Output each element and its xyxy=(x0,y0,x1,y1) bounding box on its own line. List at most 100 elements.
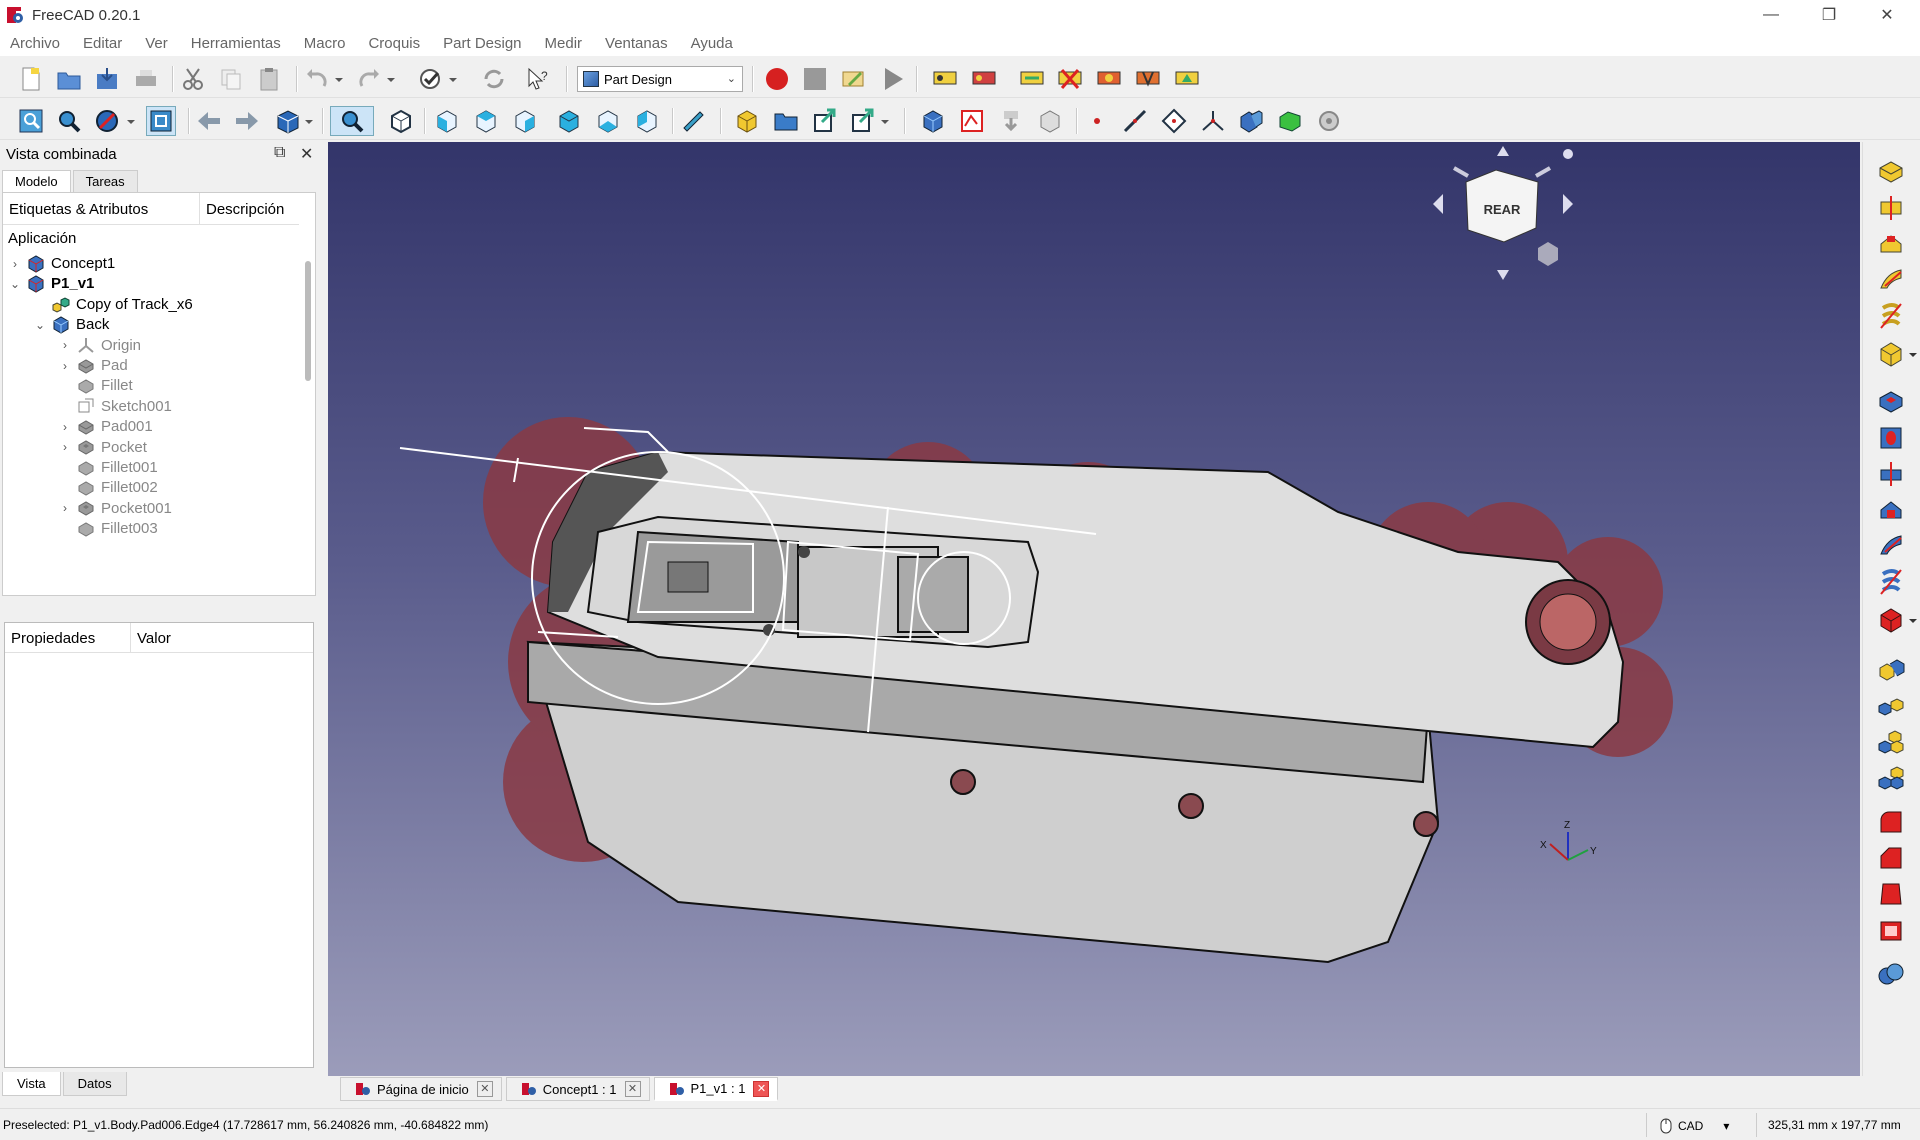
restore-button[interactable]: ❐ xyxy=(1800,0,1858,30)
clone-button[interactable] xyxy=(1236,106,1266,136)
datum-plane-button[interactable] xyxy=(1159,106,1189,136)
view-right-button[interactable] xyxy=(510,106,540,136)
doc-tab-p1-v1[interactable]: P1_v1 : 1 ✕ xyxy=(653,1077,779,1101)
menu-medir[interactable]: Medir xyxy=(545,35,583,52)
menu-ayuda[interactable]: Ayuda xyxy=(691,35,733,52)
draft-button[interactable] xyxy=(1875,878,1907,910)
close-icon[interactable]: ✕ xyxy=(753,1080,770,1097)
fit-selection-button[interactable] xyxy=(54,106,84,136)
new-file-button[interactable] xyxy=(16,64,46,94)
copy-button[interactable] xyxy=(216,64,246,94)
property-header-name[interactable]: Propiedades xyxy=(5,623,131,652)
redo-button[interactable] xyxy=(354,64,384,94)
tree-expander-icon[interactable]: › xyxy=(58,501,72,515)
revolution-tool-button[interactable] xyxy=(1875,192,1907,224)
navigation-style-selector[interactable]: CAD ▾ xyxy=(1660,1118,1729,1134)
create-part-button[interactable] xyxy=(732,106,762,136)
macro-record-button[interactable] xyxy=(762,64,792,94)
tree-expander-icon[interactable]: › xyxy=(58,420,72,434)
menu-archivo[interactable]: Archivo xyxy=(10,35,60,52)
measure-refresh-button[interactable] xyxy=(1017,64,1047,94)
view-front-button[interactable] xyxy=(432,106,462,136)
linear-pattern-button[interactable] xyxy=(1875,690,1907,722)
pad-tool-button[interactable] xyxy=(1875,156,1907,188)
bounding-box-button[interactable] xyxy=(146,106,176,136)
minimize-button[interactable]: — xyxy=(1742,0,1800,30)
tree-header-description[interactable]: Descripción xyxy=(200,193,290,224)
sub-shape-binder-button[interactable] xyxy=(1275,106,1305,136)
additive-primitive-dropdown[interactable] xyxy=(1907,338,1919,370)
measure-distance-button[interactable] xyxy=(678,106,708,136)
workbench-selector[interactable]: Part Design ⌄ xyxy=(577,66,743,92)
view-bottom-button[interactable] xyxy=(593,106,623,136)
undo-button[interactable] xyxy=(302,64,332,94)
create-sketch-button[interactable] xyxy=(957,106,987,136)
thickness-button[interactable] xyxy=(1875,914,1907,946)
hole-tool-button[interactable] xyxy=(1875,422,1907,454)
whats-this-button[interactable]: ? xyxy=(523,64,553,94)
menu-editar[interactable]: Editar xyxy=(83,35,122,52)
refresh-check-button[interactable] xyxy=(416,64,446,94)
make-link-button[interactable] xyxy=(810,106,840,136)
draw-style-button[interactable] xyxy=(92,106,122,136)
boolean-button[interactable] xyxy=(1875,958,1907,990)
menu-herramientas[interactable]: Herramientas xyxy=(191,35,281,52)
polar-pattern-button[interactable] xyxy=(1875,726,1907,758)
macro-stop-button[interactable] xyxy=(800,64,830,94)
undo-dropdown[interactable] xyxy=(332,64,346,94)
check-dropdown[interactable] xyxy=(446,64,460,94)
nav-menu-dot[interactable] xyxy=(1563,149,1573,159)
subtractive-primitive-button[interactable] xyxy=(1875,604,1907,636)
subtractive-primitive-dropdown[interactable] xyxy=(1907,604,1919,636)
additive-pipe-button[interactable] xyxy=(1875,264,1907,296)
create-group-button[interactable] xyxy=(771,106,801,136)
recompute-button[interactable] xyxy=(479,64,509,94)
doc-tab-concept1[interactable]: Concept1 : 1 ✕ xyxy=(505,1077,650,1101)
tree-header-labels[interactable]: Etiquetas & Atributos xyxy=(3,193,200,224)
redo-dropdown[interactable] xyxy=(384,64,398,94)
nav-left-arrow[interactable] xyxy=(1433,194,1443,214)
tree-expander-icon[interactable]: › xyxy=(58,359,72,373)
measure-toggle-delta-button[interactable] xyxy=(1172,64,1202,94)
tree-expander-icon[interactable]: ⌄ xyxy=(8,277,22,291)
tab-vista[interactable]: Vista xyxy=(2,1072,61,1096)
zoom-button[interactable] xyxy=(330,106,374,136)
measure-toggle-all-button[interactable] xyxy=(1094,64,1124,94)
measure-angular-button[interactable] xyxy=(969,64,999,94)
tree-expander-icon[interactable]: › xyxy=(58,338,72,352)
tree-expander-icon[interactable]: › xyxy=(8,257,22,271)
menu-part-design[interactable]: Part Design xyxy=(443,35,521,52)
draw-style-dropdown[interactable] xyxy=(124,106,138,136)
menu-macro[interactable]: Macro xyxy=(304,35,346,52)
view-left-button[interactable] xyxy=(632,106,662,136)
property-header-value[interactable]: Valor xyxy=(131,623,177,652)
multi-transform-button[interactable] xyxy=(1875,762,1907,794)
datum-point-button[interactable] xyxy=(1082,106,1112,136)
measure-clear-button[interactable] xyxy=(1055,64,1085,94)
macro-edit-button[interactable] xyxy=(838,64,868,94)
subtractive-pipe-button[interactable] xyxy=(1875,530,1907,562)
sprocket-button[interactable] xyxy=(1314,106,1344,136)
fillet-button[interactable] xyxy=(1875,806,1907,838)
navigation-cube[interactable]: REAR xyxy=(1433,146,1573,280)
menu-ver[interactable]: Ver xyxy=(145,35,168,52)
additive-loft-button[interactable] xyxy=(1875,228,1907,260)
measure-toggle-3d-button[interactable] xyxy=(1133,64,1163,94)
link-actions-dropdown[interactable] xyxy=(878,106,892,136)
additive-helix-button[interactable] xyxy=(1875,300,1907,332)
nav-rotate-right-arrow[interactable] xyxy=(1535,166,1551,178)
nav-mini-cube[interactable] xyxy=(1538,242,1558,266)
float-panel-icon[interactable]: ⧉ xyxy=(274,144,285,162)
std-views-dropdown[interactable] xyxy=(302,106,316,136)
subtractive-helix-button[interactable] xyxy=(1875,566,1907,598)
tree-expander-icon[interactable]: › xyxy=(58,440,72,454)
model-render[interactable]: REAR Z X Y xyxy=(328,142,1860,1076)
cut-button[interactable] xyxy=(178,64,208,94)
close-panel-icon[interactable]: ✕ xyxy=(300,144,313,164)
link-actions-button[interactable] xyxy=(848,106,878,136)
paste-button[interactable] xyxy=(254,64,284,94)
tree-vertical-scrollbar[interactable] xyxy=(305,261,311,381)
subtractive-loft-button[interactable] xyxy=(1875,494,1907,526)
shape-binder-button[interactable] xyxy=(1035,106,1065,136)
chamfer-button[interactable] xyxy=(1875,842,1907,874)
